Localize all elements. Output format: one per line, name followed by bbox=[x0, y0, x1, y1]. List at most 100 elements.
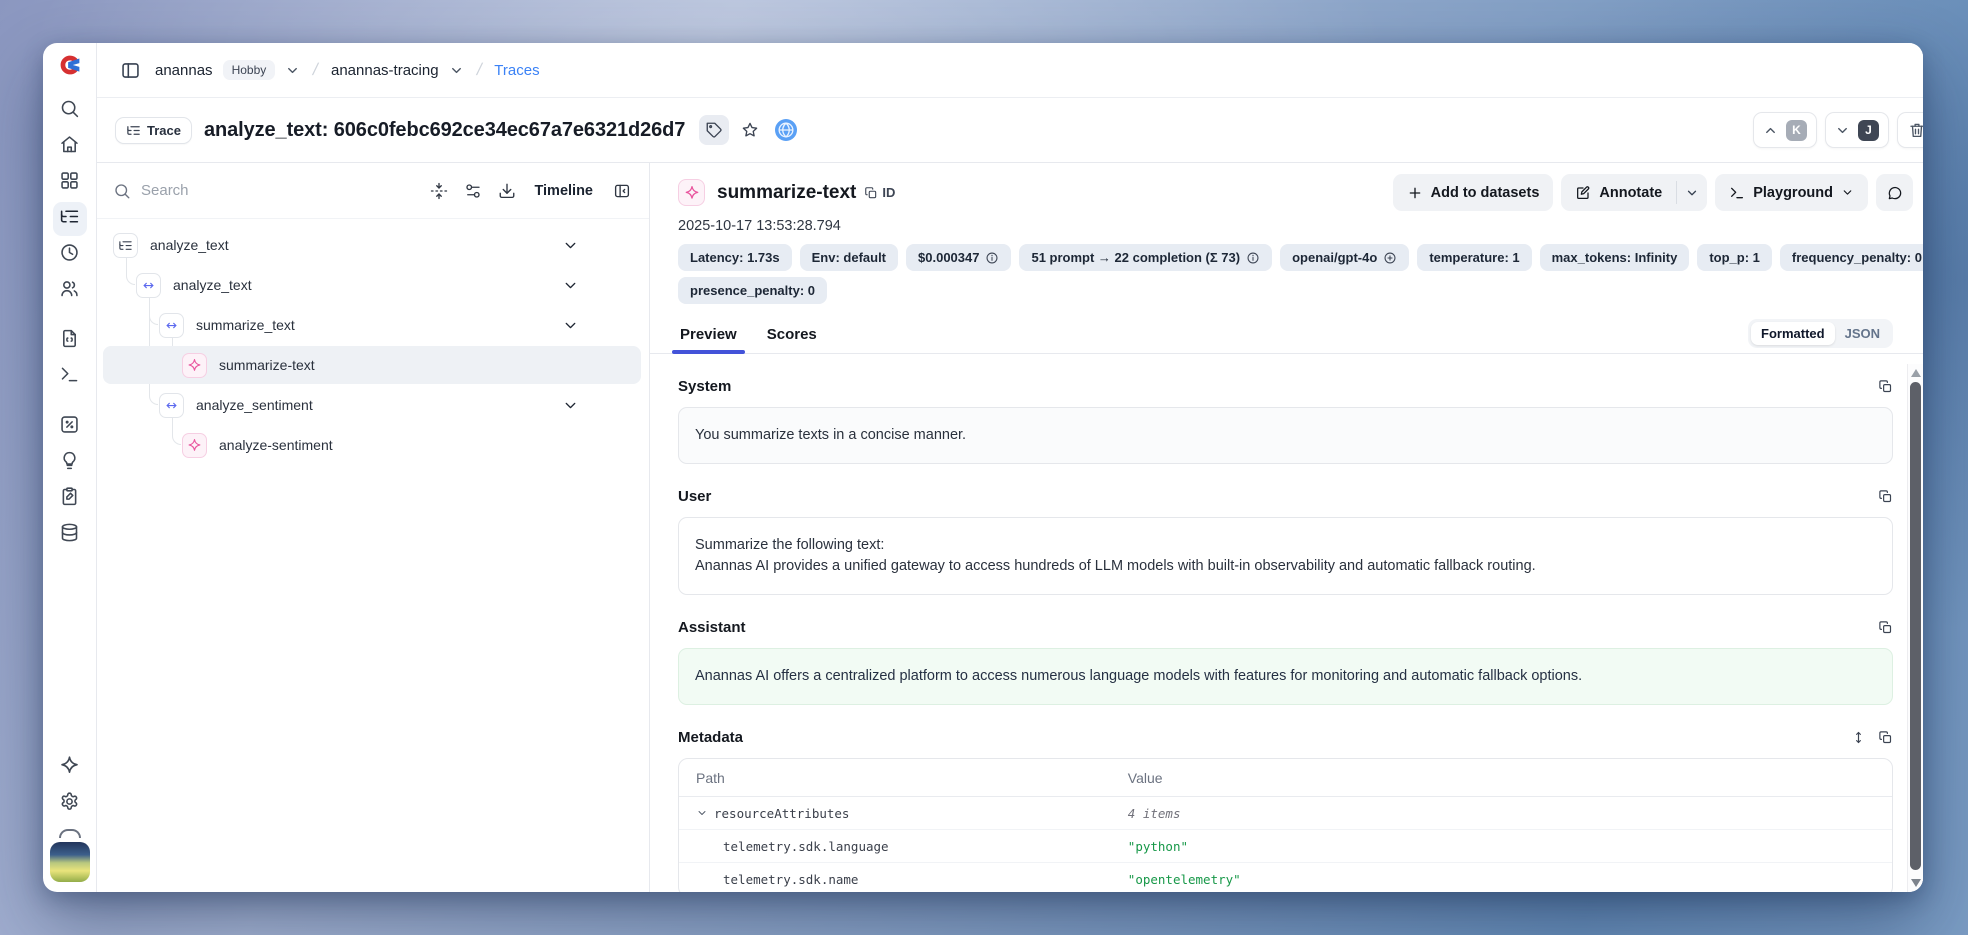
add-to-datasets-button[interactable]: Add to datasets bbox=[1393, 174, 1554, 211]
info-icon[interactable] bbox=[1246, 251, 1260, 265]
sidebar-item-database[interactable] bbox=[53, 518, 87, 552]
sidebar-item-dashboard[interactable] bbox=[53, 166, 87, 200]
trace-tree-icon bbox=[113, 233, 138, 258]
metric-badge: openai/gpt-4o bbox=[1280, 244, 1409, 271]
sidebar-item-sparkle[interactable] bbox=[53, 751, 87, 785]
tree-node-analyze_sentiment[interactable]: analyze_sentiment bbox=[103, 386, 641, 424]
tree-node-summarize_text[interactable]: summarize_text bbox=[103, 306, 641, 344]
sidebar-toggle-icon[interactable] bbox=[115, 55, 145, 85]
breadcrumb-project[interactable]: anannas-tracing bbox=[331, 62, 439, 79]
search-icon bbox=[59, 98, 80, 124]
annotate-dropdown-chevron[interactable] bbox=[1677, 174, 1707, 211]
badge-text: max_tokens: Infinity bbox=[1552, 250, 1678, 265]
sidebar-item-annotation[interactable] bbox=[53, 482, 87, 516]
comment-bubble-icon bbox=[1887, 185, 1903, 201]
metadata-path-text: telemetry.sdk.language bbox=[723, 839, 889, 854]
public-globe-button[interactable] bbox=[771, 115, 801, 145]
user-avatar[interactable] bbox=[50, 842, 90, 882]
scrollbar-down-arrow[interactable] bbox=[1911, 879, 1921, 887]
info-icon[interactable] bbox=[985, 251, 999, 265]
preview-tabs-row: Preview Scores FormattedJSON bbox=[650, 310, 1923, 354]
tree-node-analyze_text[interactable]: analyze_text bbox=[103, 266, 641, 304]
chevron-down-icon[interactable] bbox=[562, 277, 579, 294]
metadata-row: telemetry.sdk.language "python" bbox=[679, 830, 1892, 863]
sidebar-item-lightbulb[interactable] bbox=[53, 446, 87, 480]
assistant-section-header: Assistant bbox=[678, 619, 1893, 636]
sidebar-item-search[interactable] bbox=[53, 94, 87, 128]
metadata-path-text: resourceAttributes bbox=[714, 806, 849, 821]
system-message: You summarize texts in a concise manner. bbox=[678, 407, 1893, 464]
system-section-header: System bbox=[678, 378, 1893, 395]
chevron-down-icon[interactable] bbox=[696, 807, 708, 819]
breadcrumb-traces-link[interactable]: Traces bbox=[494, 62, 539, 79]
chevron-down-icon[interactable] bbox=[562, 317, 579, 334]
span-arrows-icon bbox=[159, 393, 184, 418]
tree-search-input[interactable] bbox=[141, 182, 261, 199]
comments-button[interactable] bbox=[1876, 174, 1913, 211]
breadcrumb-separator: / bbox=[471, 60, 486, 80]
scrollbar-up-arrow[interactable] bbox=[1911, 369, 1921, 377]
metadata-path: resourceAttributes bbox=[679, 806, 1128, 821]
vertical-scrollbar[interactable] bbox=[1907, 364, 1923, 892]
circle-plus-icon[interactable] bbox=[1383, 251, 1397, 265]
copy-icon[interactable] bbox=[1878, 379, 1893, 394]
timeline-toggle[interactable]: Timeline bbox=[534, 183, 593, 199]
sidebar-item-terminal[interactable] bbox=[53, 360, 87, 394]
breadcrumb-org[interactable]: anannas bbox=[155, 62, 213, 79]
preview-scroll-area: System You summarize texts in a concise … bbox=[650, 364, 1907, 892]
metric-badge: top_p: 1 bbox=[1697, 244, 1772, 271]
copy-icon[interactable] bbox=[1878, 620, 1893, 635]
metadata-section-header: Metadata bbox=[678, 729, 1893, 746]
sidebar-item-percent[interactable] bbox=[53, 410, 87, 444]
tree-node-label: summarize-text bbox=[219, 357, 315, 373]
collapsed-avatar-arc bbox=[59, 829, 81, 838]
metadata-col-path: Path bbox=[679, 770, 1128, 786]
tab-scores[interactable]: Scores bbox=[765, 326, 819, 353]
id-label: ID bbox=[882, 185, 895, 200]
metadata-row[interactable]: resourceAttributes4 items bbox=[679, 797, 1892, 830]
sidebar-item-file-json[interactable] bbox=[53, 324, 87, 358]
copy-id-button[interactable]: ID bbox=[864, 185, 895, 200]
annotate-button[interactable]: Annotate bbox=[1561, 174, 1676, 211]
delete-trace-button[interactable] bbox=[1897, 112, 1923, 148]
sidebar-item-trace-tree[interactable] bbox=[53, 202, 87, 236]
collapse-all-button[interactable] bbox=[424, 176, 454, 206]
tree-node-analyze_text[interactable]: analyze_text bbox=[103, 226, 641, 264]
metadata-value: "python" bbox=[1128, 839, 1892, 854]
collapse-panel-button[interactable] bbox=[607, 176, 637, 206]
playground-button[interactable]: Playground bbox=[1715, 174, 1868, 211]
download-button[interactable] bbox=[492, 176, 522, 206]
metadata-table: Path Value resourceAttributes4 itemstele… bbox=[678, 758, 1893, 892]
annotate-label: Annotate bbox=[1599, 185, 1662, 201]
expand-vertical-icon[interactable] bbox=[1851, 730, 1866, 745]
sidebar-item-home[interactable] bbox=[53, 130, 87, 164]
span-arrows-icon bbox=[159, 313, 184, 338]
copy-icon[interactable] bbox=[1878, 489, 1893, 504]
metadata-path: telemetry.sdk.name bbox=[679, 872, 1128, 887]
tree-node-analyze-sentiment[interactable]: analyze-sentiment bbox=[103, 426, 641, 464]
tab-preview[interactable]: Preview bbox=[678, 326, 739, 353]
tree-settings-button[interactable] bbox=[458, 176, 488, 206]
trash-icon bbox=[1908, 121, 1923, 139]
sidebar-item-settings[interactable] bbox=[53, 787, 87, 821]
previous-trace-button[interactable]: K bbox=[1753, 112, 1817, 148]
favorite-star-button[interactable] bbox=[735, 115, 765, 145]
badge-text: top_p: 1 bbox=[1709, 250, 1760, 265]
chevron-down-icon[interactable] bbox=[562, 397, 579, 414]
view-option-formatted[interactable]: Formatted bbox=[1751, 322, 1835, 345]
scrollbar-thumb[interactable] bbox=[1910, 382, 1921, 870]
org-chevron-down-icon[interactable] bbox=[285, 63, 300, 78]
project-chevron-down-icon[interactable] bbox=[449, 63, 464, 78]
tree-node-summarize-text[interactable]: summarize-text bbox=[103, 346, 641, 384]
chevron-down-icon bbox=[1841, 186, 1854, 199]
copy-icon[interactable] bbox=[1878, 730, 1893, 745]
tag-button[interactable] bbox=[699, 115, 729, 145]
sidebar-item-users[interactable] bbox=[53, 274, 87, 308]
view-option-json[interactable]: JSON bbox=[1835, 322, 1890, 345]
chevron-down-icon[interactable] bbox=[562, 237, 579, 254]
next-trace-button[interactable]: J bbox=[1825, 112, 1889, 148]
search-icon bbox=[113, 182, 131, 200]
observation-timestamp: 2025-10-17 13:53:28.794 bbox=[650, 211, 1923, 234]
trace-type-pill: Trace bbox=[115, 117, 192, 144]
sidebar-item-clock[interactable] bbox=[53, 238, 87, 272]
